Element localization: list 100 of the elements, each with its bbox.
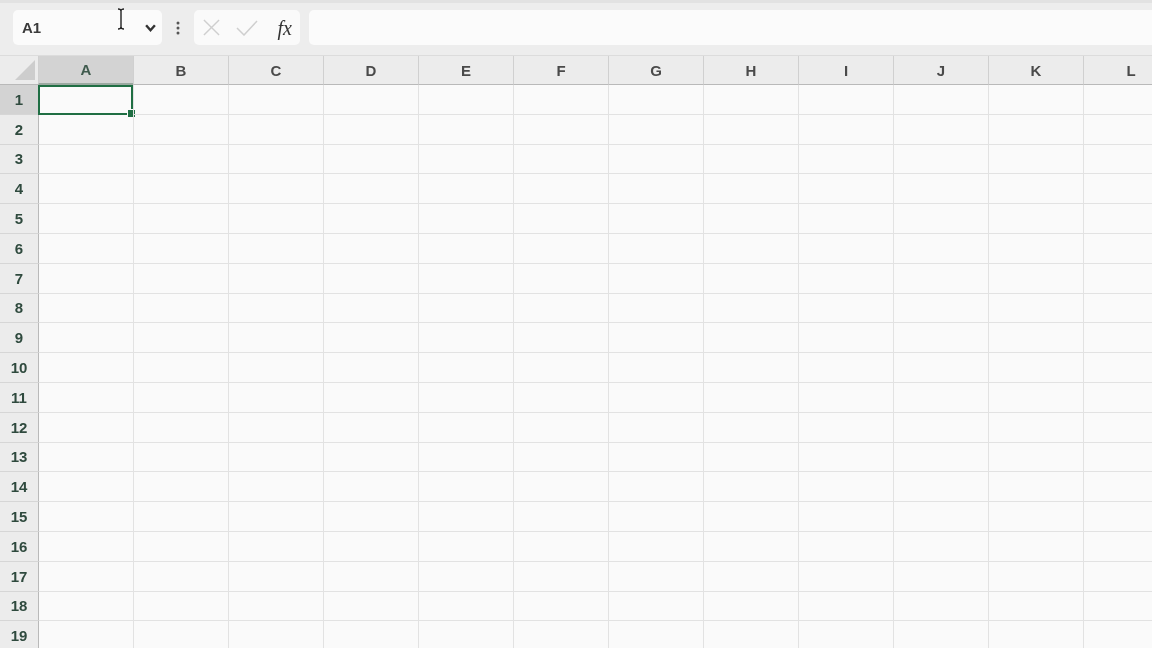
grid-cell[interactable]: [608, 85, 703, 115]
grid-cell[interactable]: [38, 353, 133, 383]
grid-cell[interactable]: [608, 204, 703, 234]
grid-cell[interactable]: [608, 144, 703, 175]
grid-cell[interactable]: [1083, 353, 1152, 383]
grid-cell[interactable]: [133, 85, 228, 115]
grid-cell[interactable]: [1083, 174, 1152, 205]
grid-cell[interactable]: [703, 591, 798, 622]
grid-cell[interactable]: [418, 263, 513, 294]
grid-cell[interactable]: [608, 531, 703, 562]
grid-cell[interactable]: [893, 382, 988, 413]
grid-cell[interactable]: [893, 85, 988, 115]
grid-cell[interactable]: [418, 442, 513, 473]
grid-cell[interactable]: [228, 263, 323, 294]
grid-cell[interactable]: [228, 412, 323, 443]
grid-cell[interactable]: [608, 442, 703, 473]
grid-cell[interactable]: [228, 561, 323, 592]
grid-cell[interactable]: [703, 472, 798, 503]
grid-cell[interactable]: [38, 174, 133, 205]
grid-cell[interactable]: [228, 144, 323, 175]
grid-cell[interactable]: [893, 263, 988, 294]
grid-cell[interactable]: [1083, 114, 1152, 145]
grid-cell[interactable]: [1083, 561, 1152, 592]
column-header[interactable]: K: [988, 56, 1083, 85]
grid-cell[interactable]: [323, 204, 418, 234]
grid-cell[interactable]: [513, 234, 608, 264]
grid-cell[interactable]: [38, 293, 133, 324]
grid-cell[interactable]: [988, 234, 1083, 264]
grid-cell[interactable]: [133, 531, 228, 562]
grid-cell[interactable]: [988, 114, 1083, 145]
grid-cell[interactable]: [893, 502, 988, 532]
grid-cell[interactable]: [798, 263, 893, 294]
grid-cell[interactable]: [513, 502, 608, 532]
grid-cell[interactable]: [228, 502, 323, 532]
grid-cell[interactable]: [893, 531, 988, 562]
column-header[interactable]: F: [513, 56, 608, 85]
grid-cell[interactable]: [703, 204, 798, 234]
grid-cell[interactable]: [513, 412, 608, 443]
grid-cell[interactable]: [798, 472, 893, 503]
grid-cell[interactable]: [513, 382, 608, 413]
grid-cell[interactable]: [133, 472, 228, 503]
grid-cell[interactable]: [228, 382, 323, 413]
grid-cell[interactable]: [323, 85, 418, 115]
grid-cell[interactable]: [513, 174, 608, 205]
row-header[interactable]: 1: [0, 85, 38, 115]
grid-cell[interactable]: [798, 442, 893, 473]
grid-cell[interactable]: [703, 382, 798, 413]
row-header[interactable]: 13: [0, 442, 38, 473]
column-header[interactable]: B: [133, 56, 228, 85]
grid-cell[interactable]: [228, 293, 323, 324]
row-header[interactable]: 9: [0, 323, 38, 354]
grid-cell[interactable]: [38, 442, 133, 473]
grid-cell[interactable]: [323, 234, 418, 264]
grid-cell[interactable]: [513, 591, 608, 622]
grid-cell[interactable]: [38, 382, 133, 413]
grid-cell[interactable]: [38, 114, 133, 145]
grid-cell[interactable]: [228, 472, 323, 503]
row-header[interactable]: 2: [0, 114, 38, 145]
grid-cell[interactable]: [988, 561, 1083, 592]
grid-cell[interactable]: [323, 323, 418, 354]
grid-cell[interactable]: [513, 144, 608, 175]
grid-cell[interactable]: [513, 472, 608, 503]
grid-cell[interactable]: [798, 204, 893, 234]
grid-cell[interactable]: [228, 204, 323, 234]
grid-cell[interactable]: [988, 263, 1083, 294]
grid-cell[interactable]: [228, 323, 323, 354]
grid-cell[interactable]: [418, 502, 513, 532]
column-header[interactable]: C: [228, 56, 323, 85]
grid-cell[interactable]: [608, 293, 703, 324]
row-header[interactable]: 7: [0, 263, 38, 294]
grid-cell[interactable]: [988, 591, 1083, 622]
grid-cell[interactable]: [703, 263, 798, 294]
grid-cell[interactable]: [703, 353, 798, 383]
grid-cell[interactable]: [798, 561, 893, 592]
grid-cell[interactable]: [418, 85, 513, 115]
grid-cell[interactable]: [133, 353, 228, 383]
grid-cell[interactable]: [418, 114, 513, 145]
grid-cell[interactable]: [798, 174, 893, 205]
grid-cell[interactable]: [418, 561, 513, 592]
grid-cell[interactable]: [703, 144, 798, 175]
row-header[interactable]: 5: [0, 204, 38, 234]
insert-function-button[interactable]: fx: [275, 17, 294, 38]
grid-cell[interactable]: [608, 472, 703, 503]
grid-cell[interactable]: [608, 353, 703, 383]
grid-cell[interactable]: [323, 591, 418, 622]
grid-cell[interactable]: [798, 293, 893, 324]
grid-cell[interactable]: [893, 561, 988, 592]
grid-cell[interactable]: [1083, 204, 1152, 234]
grid-cell[interactable]: [133, 591, 228, 622]
grid-cell[interactable]: [608, 382, 703, 413]
grid-cell[interactable]: [798, 144, 893, 175]
column-header[interactable]: H: [703, 56, 798, 85]
grid-cell[interactable]: [418, 174, 513, 205]
grid-cell[interactable]: [608, 263, 703, 294]
grid-cell[interactable]: [988, 204, 1083, 234]
grid-cell[interactable]: [513, 293, 608, 324]
grid-cell[interactable]: [703, 114, 798, 145]
row-header[interactable]: 4: [0, 174, 38, 205]
grid-cell[interactable]: [133, 382, 228, 413]
grid-cell[interactable]: [38, 472, 133, 503]
